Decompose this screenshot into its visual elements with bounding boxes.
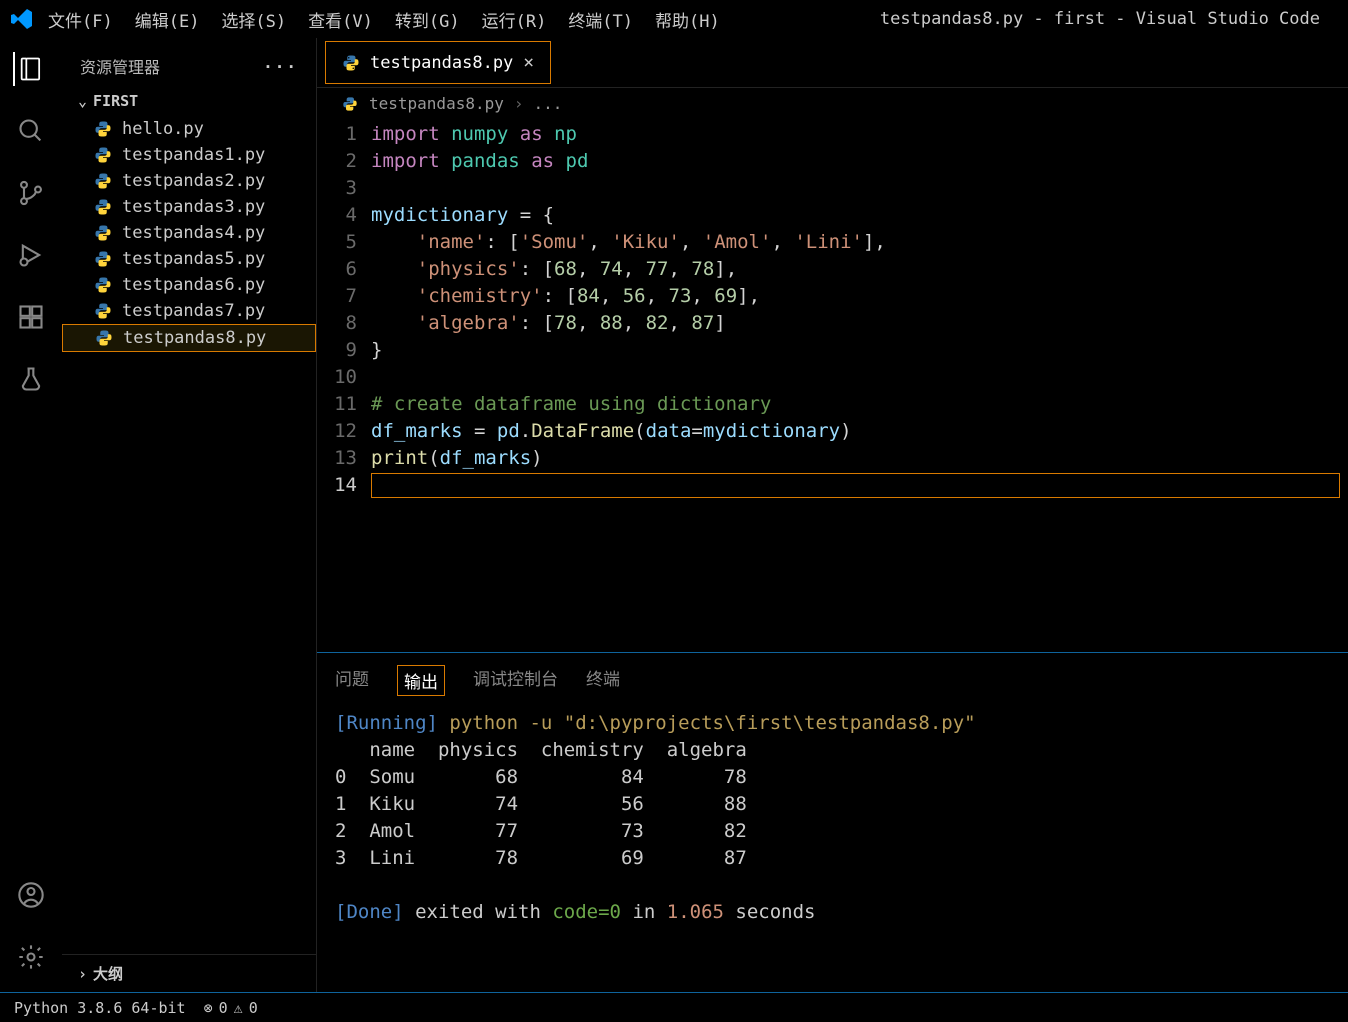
panel-tab[interactable]: 问题 (335, 665, 369, 696)
python-file-icon (94, 276, 112, 294)
python-file-icon (94, 224, 112, 242)
python-file-icon (94, 302, 112, 320)
outline-label: 大纲 (93, 963, 123, 984)
extensions-icon[interactable] (14, 300, 48, 334)
settings-gear-icon[interactable] (14, 940, 48, 974)
chevron-right-icon: › (78, 965, 87, 983)
run-debug-icon[interactable] (14, 238, 48, 272)
error-icon: ⊗ (204, 999, 213, 1017)
menu-items: 文件(F) 编辑(E) 选择(S) 查看(V) 转到(G) 运行(R) 终端(T) 帮助(H) (48, 7, 720, 32)
file-name: testpandas4.py (122, 223, 265, 243)
problems-status[interactable]: ⊗0 ⚠0 (204, 999, 258, 1017)
more-actions-icon[interactable]: ··· (263, 57, 298, 76)
panel-tabs: 问题输出调试控制台终端 (317, 653, 1348, 706)
file-name: testpandas2.py (122, 171, 265, 191)
explorer-icon[interactable] (13, 52, 47, 86)
breadcrumb-rest: ... (534, 94, 563, 113)
panel-tab[interactable]: 调试控制台 (473, 665, 558, 696)
file-item[interactable]: testpandas6.py (62, 272, 316, 298)
breadcrumb-file: testpandas8.py (369, 94, 504, 113)
sidebar: 资源管理器 ··· ⌄ FIRST hello.py testpandas1.py… (62, 38, 317, 992)
python-file-icon (342, 54, 360, 72)
chevron-right-icon: › (514, 94, 524, 113)
file-name: testpandas6.py (122, 275, 265, 295)
folder-row[interactable]: ⌄ FIRST (62, 86, 316, 116)
accounts-icon[interactable] (14, 878, 48, 912)
vscode-logo-icon (8, 5, 36, 33)
chevron-down-icon: ⌄ (78, 92, 87, 110)
bottom-panel: 问题输出调试控制台终端 [Running] python -u "d:\pypr… (317, 652, 1348, 992)
testing-icon[interactable] (14, 362, 48, 396)
python-version[interactable]: Python 3.8.6 64-bit (14, 999, 186, 1017)
editor-tab[interactable]: testpandas8.py × (325, 41, 551, 84)
menu-item[interactable]: 选择(S) (221, 7, 286, 32)
output-panel[interactable]: [Running] python -u "d:\pyprojects\first… (317, 706, 1348, 992)
python-file-icon (94, 198, 112, 216)
file-item[interactable]: testpandas4.py (62, 220, 316, 246)
python-file-icon (341, 95, 359, 113)
file-name: testpandas3.py (122, 197, 265, 217)
menu-item[interactable]: 查看(V) (308, 7, 373, 32)
file-list: hello.py testpandas1.py testpandas2.py test… (62, 116, 316, 954)
source-control-icon[interactable] (14, 176, 48, 210)
panel-tab[interactable]: 终端 (586, 665, 620, 696)
folder-name: FIRST (93, 92, 138, 110)
menu-item[interactable]: 文件(F) (48, 7, 113, 32)
file-name: testpandas8.py (123, 328, 266, 348)
statusbar: Python 3.8.6 64-bit ⊗0 ⚠0 (0, 992, 1348, 1022)
python-file-icon (95, 329, 113, 347)
warning-icon: ⚠ (234, 999, 243, 1017)
file-item[interactable]: testpandas8.py (62, 324, 316, 352)
file-name: testpandas5.py (122, 249, 265, 269)
menu-item[interactable]: 编辑(E) (135, 7, 200, 32)
python-file-icon (94, 146, 112, 164)
menu-item[interactable]: 运行(R) (482, 7, 547, 32)
panel-tab[interactable]: 输出 (397, 665, 445, 696)
tabs-row: testpandas8.py × (317, 38, 1348, 88)
file-item[interactable]: hello.py (62, 116, 316, 142)
file-item[interactable]: testpandas2.py (62, 168, 316, 194)
menu-item[interactable]: 转到(G) (395, 7, 460, 32)
code-editor[interactable]: 1234567891011121314 import numpy as npim… (317, 119, 1348, 652)
python-file-icon (94, 250, 112, 268)
tab-label: testpandas8.py (370, 53, 513, 73)
file-name: hello.py (122, 119, 204, 139)
breadcrumb[interactable]: testpandas8.py › ... (317, 88, 1348, 119)
file-item[interactable]: testpandas5.py (62, 246, 316, 272)
menubar: 文件(F) 编辑(E) 选择(S) 查看(V) 转到(G) 运行(R) 终端(T) 帮助(H)… (0, 0, 1348, 38)
file-item[interactable]: testpandas7.py (62, 298, 316, 324)
file-name: testpandas7.py (122, 301, 265, 321)
outline-section[interactable]: › 大纲 (62, 954, 316, 992)
file-item[interactable]: testpandas3.py (62, 194, 316, 220)
window-title: testpandas8.py - first - Visual Studio C… (720, 9, 1340, 29)
close-icon[interactable]: × (523, 52, 534, 73)
menu-item[interactable]: 终端(T) (568, 7, 633, 32)
python-file-icon (94, 120, 112, 138)
file-item[interactable]: testpandas1.py (62, 142, 316, 168)
activity-bar (0, 38, 62, 992)
sidebar-title: 资源管理器 (80, 54, 160, 78)
editor-area: testpandas8.py × testpandas8.py › ... 12… (317, 38, 1348, 992)
python-file-icon (94, 172, 112, 190)
search-icon[interactable] (14, 114, 48, 148)
menu-item[interactable]: 帮助(H) (655, 7, 720, 32)
file-name: testpandas1.py (122, 145, 265, 165)
